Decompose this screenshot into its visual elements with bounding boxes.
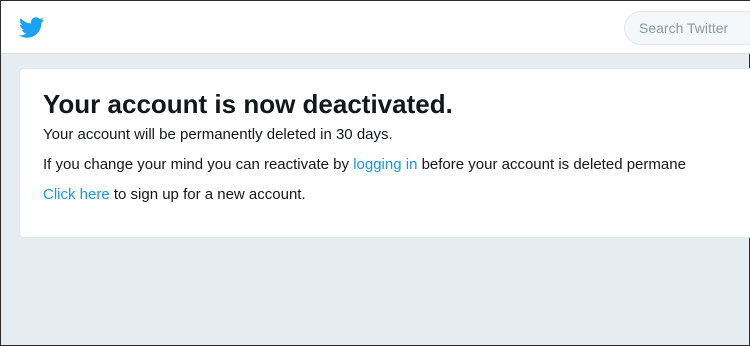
deletion-notice-text: Your account will be permanently deleted… xyxy=(43,126,393,143)
logging-in-link[interactable]: logging in xyxy=(353,156,417,173)
signup-notice-text: to sign up for a new account. xyxy=(109,186,306,203)
reactivate-notice-text-after: before your account is deleted permane xyxy=(417,156,686,173)
reactivate-notice-text-before: If you change your mind you can reactiva… xyxy=(43,156,354,173)
reactivate-notice: If you change your mind you can reactiva… xyxy=(43,155,686,175)
click-here-signup-link[interactable]: Click here xyxy=(43,186,110,203)
signup-notice: Click here to sign up for a new account. xyxy=(43,185,306,205)
top-navigation-bar xyxy=(1,1,750,54)
twitter-bird-icon[interactable] xyxy=(19,17,44,38)
deactivation-message-card: Your account is now deactivated. Your ac… xyxy=(19,68,750,238)
search-input[interactable] xyxy=(624,11,750,45)
page-title: Your account is now deactivated. xyxy=(43,89,453,119)
